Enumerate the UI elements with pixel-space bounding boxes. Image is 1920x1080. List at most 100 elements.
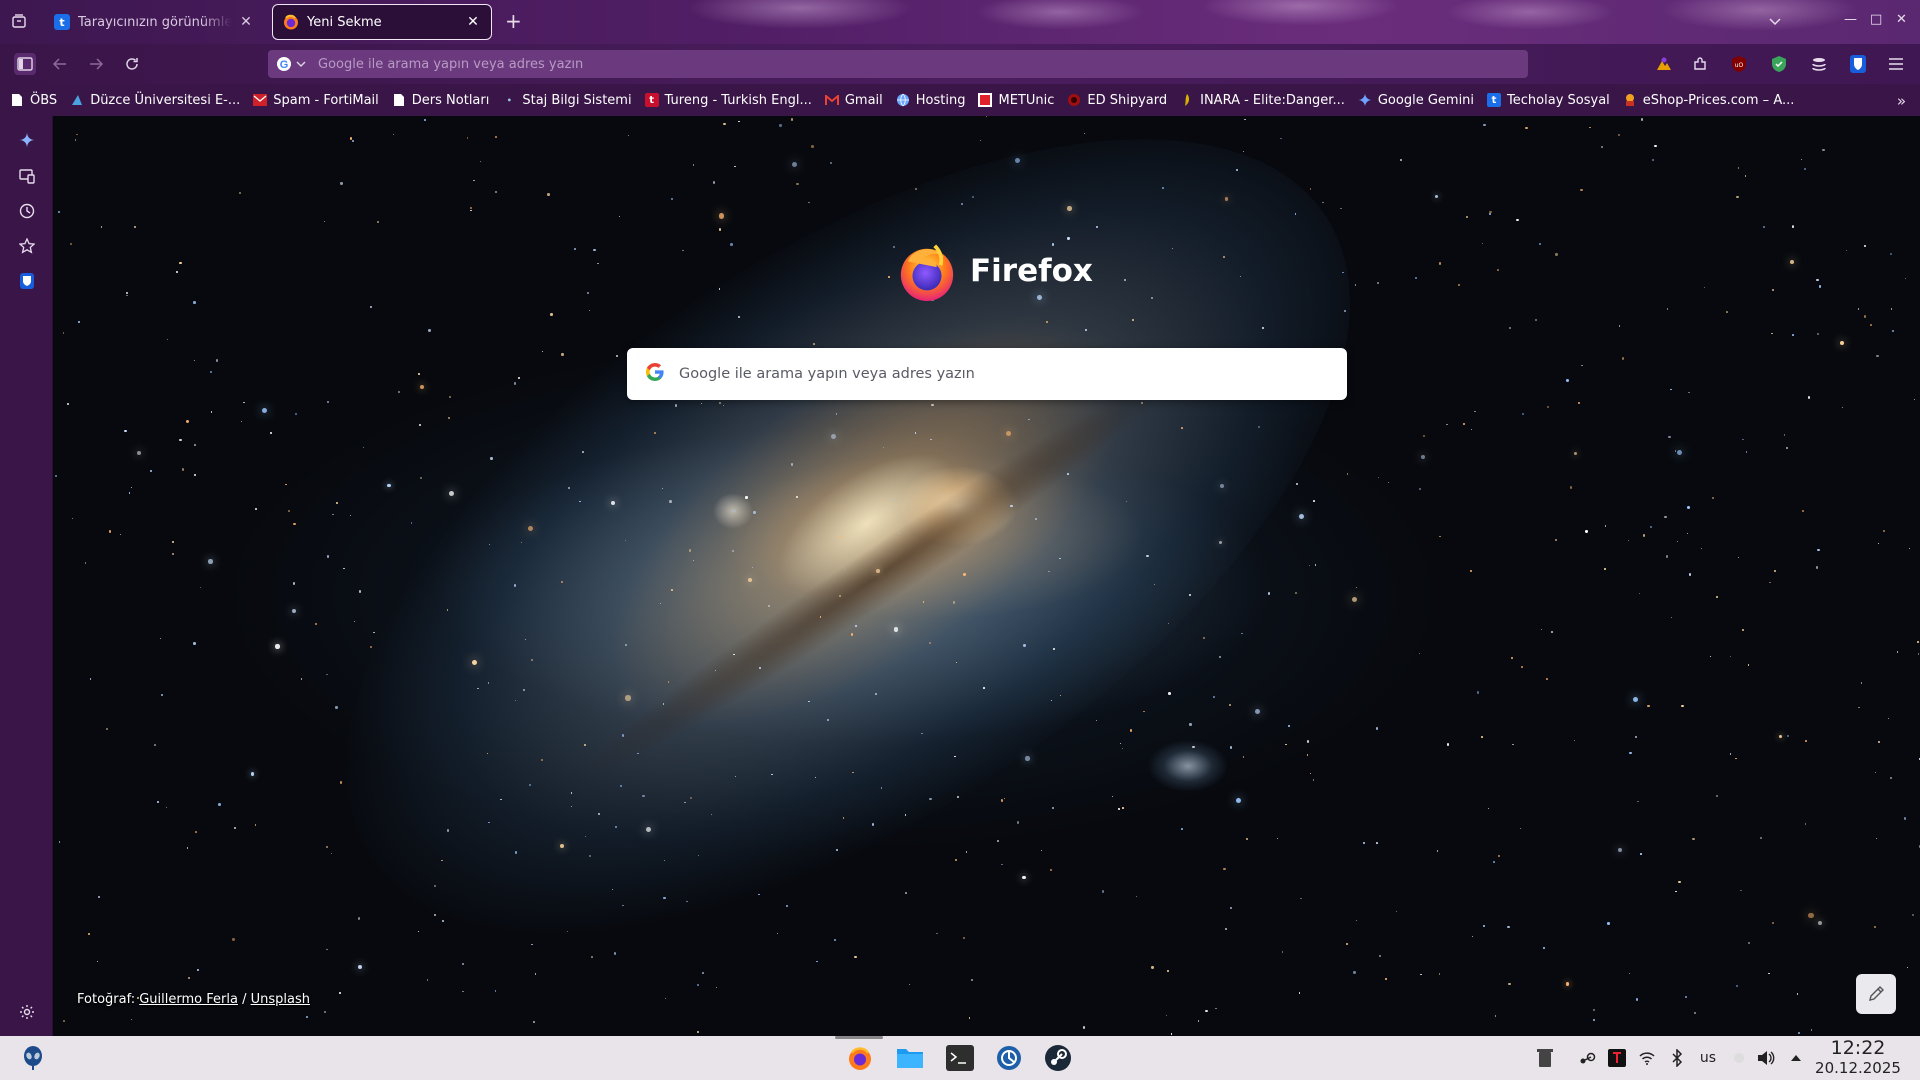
url-input[interactable] [318,56,1528,72]
chevron-double-right-icon[interactable]: » [1897,92,1906,110]
tab-techolay[interactable]: t Tarayıcınızın görünümlerini ✕ [44,4,264,40]
reload-icon[interactable] [123,55,141,73]
bookmark-item[interactable]: Google Gemini [1357,93,1474,108]
minimize-icon[interactable]: — [1844,12,1857,27]
bookmark-item[interactable]: Spam - FortiMail [253,93,379,108]
star [261,408,267,414]
star [1543,946,1546,949]
terminal-icon[interactable] [945,1043,975,1073]
bookmark-item[interactable]: t Techolay Sosyal [1487,93,1610,108]
photographer-link[interactable]: Guillermo Ferla [139,992,238,1007]
list-all-tabs-icon[interactable] [10,12,28,30]
star [692,164,694,166]
extension-mountain-icon[interactable] [1654,54,1674,74]
unsplash-link[interactable]: Unsplash [251,992,310,1007]
volume-icon[interactable] [1756,1048,1776,1068]
star [1354,284,1357,287]
settings-gear-icon[interactable] [17,1002,37,1022]
bluetooth-icon[interactable] [1667,1048,1687,1068]
steam-tray-icon[interactable] [1577,1048,1597,1068]
synced-tabs-icon[interactable] [17,166,37,186]
night-light-icon[interactable] [1729,1048,1749,1068]
bookmark-item[interactable]: ÖBS [10,93,57,108]
star [1805,739,1808,742]
bookmark-item[interactable]: Ders Notları [392,93,489,108]
star [1246,837,1249,840]
star [1907,967,1909,969]
ublock-origin-icon[interactable]: uO [1729,54,1749,74]
forward-arrow-icon[interactable] [87,55,105,73]
tab-new-tab[interactable]: Yeni Sekme ✕ [272,4,492,40]
star [963,573,966,576]
star [1715,794,1719,797]
firefox-taskbar-icon[interactable] [845,1043,875,1073]
star [339,991,342,994]
star [714,670,716,672]
star [154,744,156,746]
bookmark-item[interactable]: eShop-Prices.com – A... [1623,93,1794,108]
star [1876,354,1879,358]
app-tray-icon[interactable] [1607,1048,1627,1068]
history-clock-icon[interactable] [17,201,37,221]
chevron-down-icon[interactable] [1766,12,1784,30]
bookmark-item[interactable]: METUnic [978,93,1054,108]
star [625,540,627,542]
customize-pencil-icon[interactable] [1856,974,1896,1014]
shield-check-icon[interactable] [1769,54,1789,74]
back-arrow-icon[interactable] [51,55,69,73]
trash-icon[interactable] [1535,1048,1555,1068]
app-launcher-alien-icon[interactable] [18,1043,48,1073]
star [57,211,60,214]
bookmark-item[interactable]: INARA - Elite:Danger... [1180,93,1345,108]
bitwarden-icon[interactable] [1848,54,1868,74]
star [428,329,431,332]
star [1219,483,1225,488]
star [1395,911,1398,913]
tab-close-icon[interactable]: ✕ [465,14,481,30]
star [573,248,576,250]
star [343,567,345,570]
star [904,892,907,895]
bookmark-item[interactable]: Gmail [824,93,883,108]
bookmark-item[interactable]: Hosting [896,93,965,108]
maximize-icon[interactable]: □ [1870,12,1882,27]
star [239,192,241,194]
star [712,181,716,184]
bitwarden-sidebar-icon[interactable] [17,271,37,291]
bookmark-item[interactable]: • Staj Bilgi Sistemi [502,93,632,108]
system-settings-icon[interactable] [994,1043,1024,1073]
sidebar-toggle-icon[interactable] [14,53,36,75]
file-manager-folder-icon[interactable] [895,1043,925,1073]
hamburger-menu-icon[interactable] [1886,54,1906,74]
newtab-search-input[interactable] [679,366,1347,382]
star [1095,719,1098,722]
star [1845,249,1848,252]
keyboard-layout-indicator[interactable]: us [1696,1048,1720,1068]
star [128,492,131,494]
bookmark-item[interactable]: t Tureng - Turkish Engl... [644,93,812,108]
address-bar[interactable]: G [268,50,1528,78]
layers-stack-icon[interactable] [1809,54,1829,74]
close-window-icon[interactable]: ✕ [1896,12,1907,27]
star [1229,746,1233,749]
star [166,339,168,341]
bookmark-item[interactable]: ED Shipyard [1067,93,1167,108]
tab-close-icon[interactable]: ✕ [238,14,254,30]
steam-icon[interactable] [1043,1043,1073,1073]
star [1676,541,1679,543]
star [1510,657,1513,660]
extensions-puzzle-icon[interactable] [1690,54,1710,74]
bookmark-item[interactable]: Düzce Üniversitesi E-... [70,93,240,108]
star [1566,982,1570,986]
search-engine-google-icon[interactable]: G [276,56,310,72]
tray-expand-arrow-icon[interactable] [1786,1048,1806,1068]
bookmarks-star-icon[interactable] [17,236,37,256]
star [159,637,162,640]
ai-chatbot-sparkle-icon[interactable] [17,130,37,150]
clock[interactable]: 12:22 20.12.2025 [1808,1038,1908,1078]
wifi-icon[interactable] [1637,1048,1657,1068]
star [187,977,190,980]
newtab-search-box[interactable] [627,348,1347,400]
star [1170,1033,1173,1035]
new-tab-plus-icon[interactable]: + [505,11,522,31]
